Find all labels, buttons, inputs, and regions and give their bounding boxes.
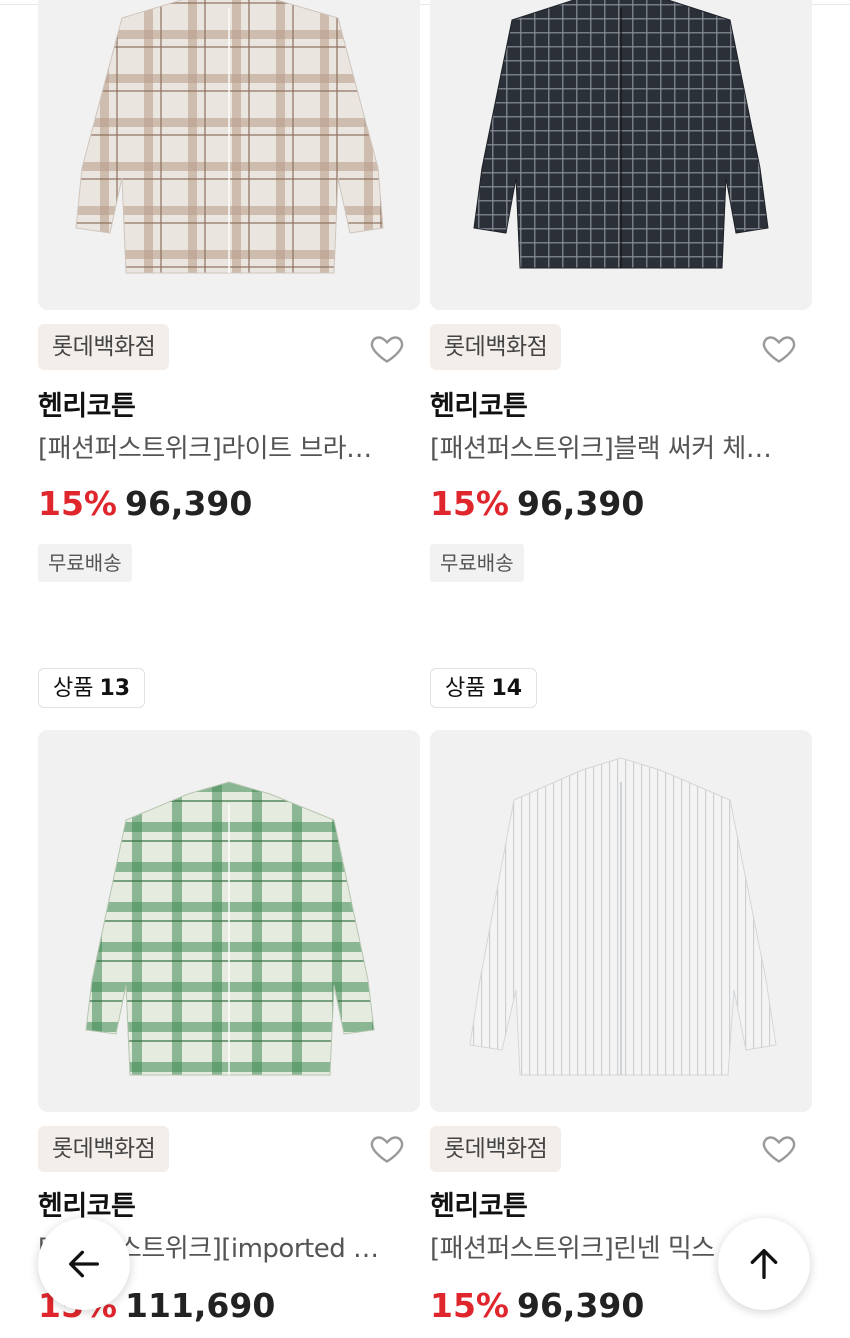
- product-image[interactable]: [38, 0, 420, 310]
- product-rank-badge: 상품 14: [430, 668, 538, 708]
- price-row: 15% 96,390: [430, 484, 644, 523]
- product-title[interactable]: [패션퍼스트위크]린넨 믹스: [430, 1228, 720, 1265]
- discount-rate: 15%: [430, 484, 509, 523]
- brand-name: 헨리코튼: [38, 391, 136, 422]
- price-row: 15% 96,390: [38, 484, 252, 523]
- heart-icon[interactable]: [760, 1130, 798, 1166]
- heart-icon[interactable]: [368, 1130, 406, 1166]
- store-badge: 롯데백화점: [38, 324, 170, 370]
- brand-name: 헨리코튼: [430, 1191, 528, 1222]
- discount-rate: 15%: [430, 1286, 509, 1325]
- store-badge: 롯데백화점: [430, 324, 562, 370]
- back-button[interactable]: [38, 1218, 130, 1310]
- heart-icon[interactable]: [760, 330, 798, 366]
- store-badge: 롯데백화점: [430, 1126, 562, 1172]
- price: 96,390: [517, 484, 645, 523]
- price: 96,390: [125, 484, 253, 523]
- price: 96,390: [517, 1286, 645, 1325]
- arrow-up-icon: [750, 1249, 778, 1279]
- discount-rate: 15%: [38, 484, 117, 523]
- free-shipping-badge: 무료배송: [430, 544, 524, 582]
- rank-number: 13: [99, 676, 131, 701]
- price: 111,690: [125, 1286, 276, 1325]
- heart-icon[interactable]: [368, 330, 406, 366]
- store-badge: 롯데백화점: [38, 1126, 170, 1172]
- shirt-image: [75, 0, 384, 274]
- shirt-image: [473, 0, 769, 269]
- price-row: 15% 96,390: [430, 1286, 644, 1325]
- rank-label: 상품: [53, 676, 94, 701]
- free-shipping-badge: 무료배송: [38, 544, 132, 582]
- shirt-image: [85, 781, 375, 1076]
- product-image[interactable]: [38, 730, 420, 1112]
- arrow-left-icon: [69, 1250, 100, 1278]
- rank-label: 상품: [445, 676, 486, 701]
- product-image[interactable]: [430, 0, 812, 310]
- rank-number: 14: [491, 676, 523, 701]
- shirt-image: [469, 757, 777, 1076]
- brand-name: 헨리코튼: [430, 391, 528, 422]
- scroll-to-top-button[interactable]: [718, 1218, 810, 1310]
- product-rank-badge: 상품 13: [38, 668, 146, 708]
- product-title[interactable]: [패션퍼스트위크]라이트 브라…: [38, 428, 408, 465]
- product-title[interactable]: [패션퍼스트위크]블랙 써커 체…: [430, 428, 800, 465]
- product-image[interactable]: [430, 730, 812, 1112]
